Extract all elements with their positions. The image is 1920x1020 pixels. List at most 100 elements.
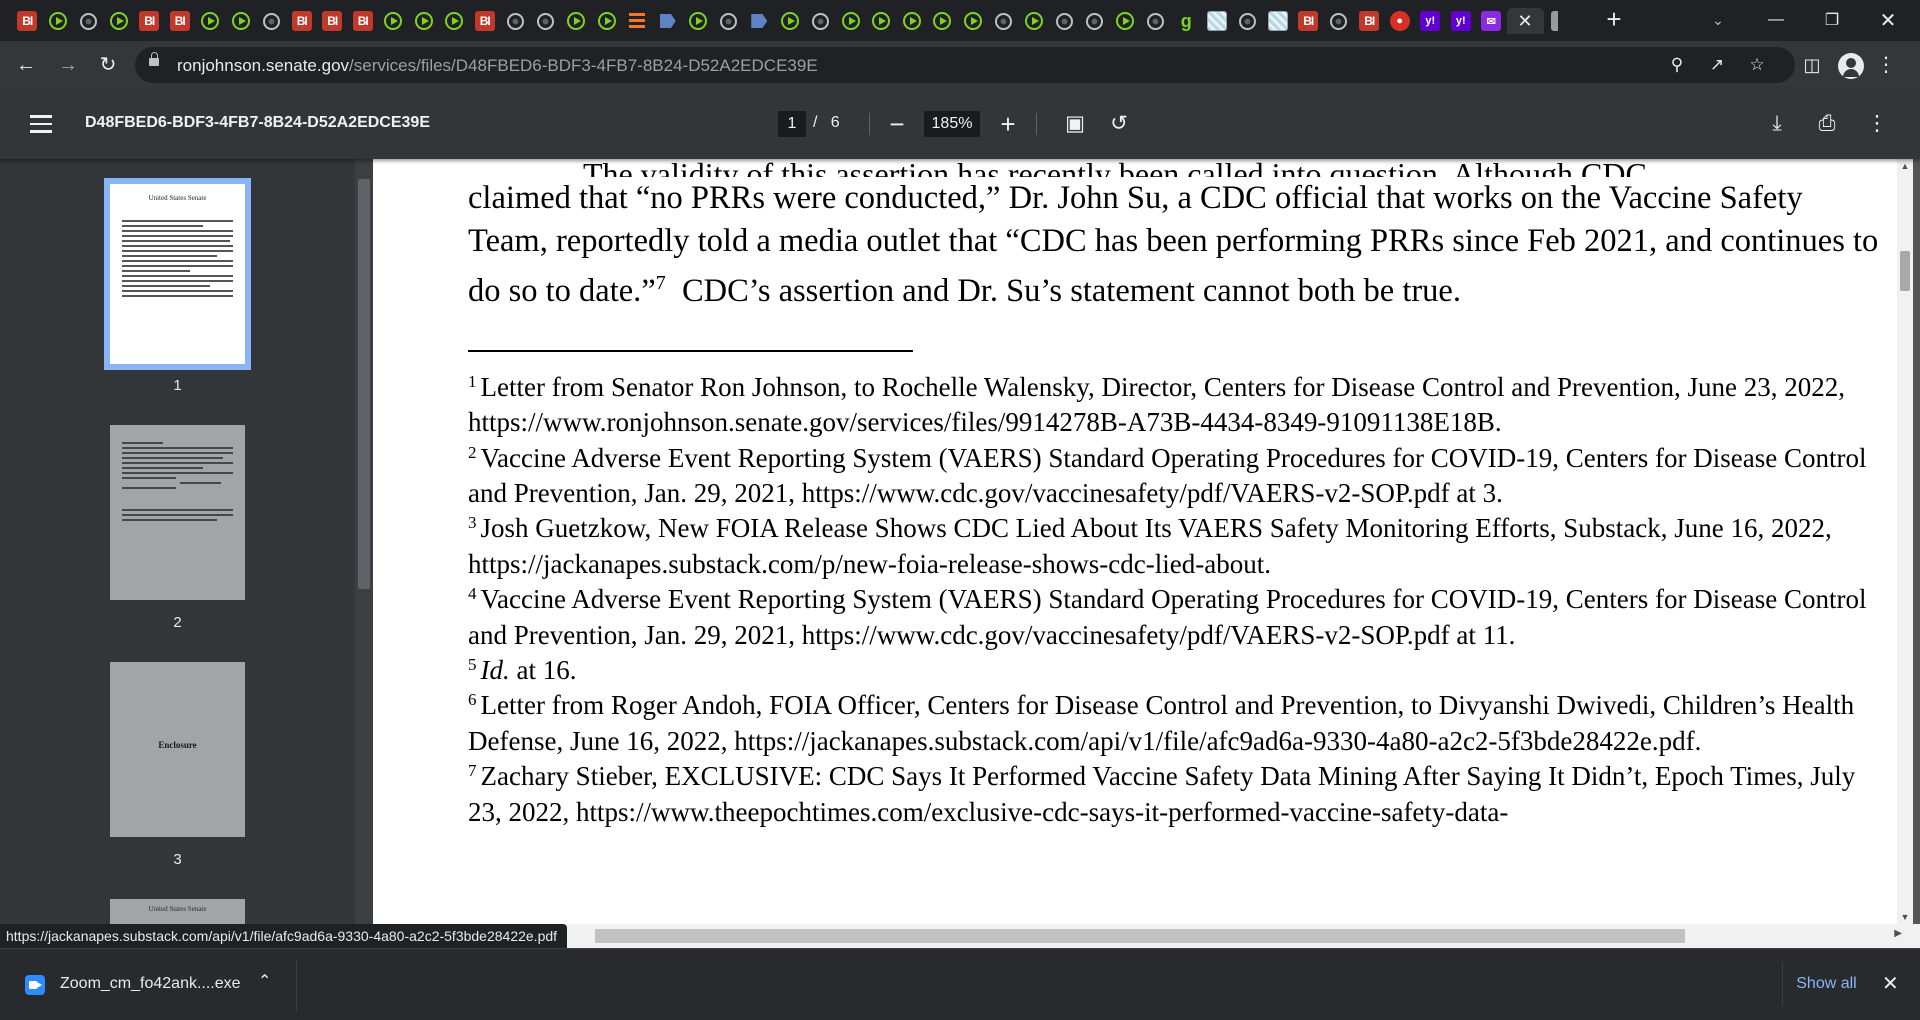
tab[interactable] <box>775 8 806 34</box>
zoom-in-button[interactable]: + <box>993 109 1023 139</box>
tab[interactable]: BI <box>287 8 318 34</box>
restore-button[interactable]: ❐ <box>1804 0 1860 40</box>
tab[interactable]: BI <box>1354 8 1385 34</box>
chrome-menu-icon[interactable]: ⋮ <box>1872 51 1900 79</box>
share-icon[interactable]: ↗ <box>1705 53 1729 77</box>
tab[interactable]: BI <box>165 8 196 34</box>
address-bar[interactable]: ronjohnson.senate.gov/services/files/D48… <box>135 47 1795 83</box>
tab[interactable] <box>988 8 1019 34</box>
tab[interactable] <box>439 8 470 34</box>
side-panel-icon[interactable]: ◫ <box>1798 51 1826 79</box>
page-thumbnail-2[interactable] <box>110 425 245 600</box>
tab[interactable] <box>1324 8 1355 34</box>
tab[interactable] <box>592 8 623 34</box>
more-actions-icon[interactable]: ⋮ <box>1862 109 1892 139</box>
tab[interactable] <box>744 8 775 34</box>
minimize-button[interactable]: — <box>1748 0 1804 40</box>
page-thumbnail-4[interactable]: United States Senate <box>110 899 245 924</box>
tab[interactable] <box>714 8 745 34</box>
footnote-text[interactable]: Vaccine Adverse Event Reporting System (… <box>468 584 1866 649</box>
tab[interactable] <box>1141 8 1172 34</box>
tab[interactable] <box>958 8 989 34</box>
tab[interactable] <box>1544 8 1575 34</box>
tab-search-icon[interactable]: ⌄ <box>1706 8 1730 32</box>
tab[interactable]: y! <box>1446 8 1477 34</box>
print-icon[interactable]: ⎙ <box>1812 109 1842 139</box>
zoom-out-button[interactable]: − <box>882 109 912 139</box>
footnote-text[interactable]: Josh Guetzkow, New FOIA Release Shows CD… <box>468 513 1832 578</box>
footnote-text[interactable]: Letter from Senator Ron Johnson, to Roch… <box>468 372 1845 437</box>
footnote-text[interactable]: Zachary Stieber, EXCLUSIVE: CDC Says It … <box>468 761 1855 826</box>
horizontal-scrollbar[interactable]: ▶ <box>355 924 1920 948</box>
tab[interactable]: BI <box>12 8 43 34</box>
back-button[interactable]: ← <box>12 51 40 79</box>
new-tab-button[interactable]: + <box>1600 6 1628 34</box>
profile-avatar-icon[interactable] <box>1838 53 1864 79</box>
tab[interactable] <box>104 8 135 34</box>
tab[interactable] <box>1110 8 1141 34</box>
tab[interactable] <box>1049 8 1080 34</box>
page-thumbnail-1[interactable]: United States Senate <box>104 178 251 370</box>
download-icon[interactable]: ⤓ <box>1762 109 1792 139</box>
zoom-app-icon[interactable] <box>25 975 45 995</box>
tab[interactable] <box>897 8 928 34</box>
url-text[interactable]: ronjohnson.senate.gov/services/files/D48… <box>177 56 818 76</box>
tab[interactable] <box>500 8 531 34</box>
page-scrollbar[interactable]: ▲ ▼ <box>1897 159 1913 924</box>
tab[interactable]: g <box>1171 8 1202 34</box>
tab[interactable] <box>1019 8 1050 34</box>
footnote-text[interactable]: at 16. <box>510 655 577 685</box>
scroll-right-arrow-icon[interactable]: ▶ <box>1894 928 1902 939</box>
tab[interactable] <box>1263 8 1294 34</box>
tab[interactable] <box>683 8 714 34</box>
tab[interactable]: BI <box>134 8 165 34</box>
tab[interactable] <box>378 8 409 34</box>
close-window-button[interactable]: ✕ <box>1860 0 1916 40</box>
page-number-input[interactable]: 1 <box>778 111 806 137</box>
page-scrollbar-thumb[interactable] <box>1900 251 1910 291</box>
tab[interactable] <box>73 8 104 34</box>
download-file-name[interactable]: Zoom_cm_fo42ank....exe <box>60 975 241 993</box>
tab[interactable] <box>805 8 836 34</box>
sidebar-scrollbar-thumb[interactable] <box>358 179 370 589</box>
tab[interactable] <box>866 8 897 34</box>
footnote-text[interactable]: Letter from Roger Andoh, FOIA Officer, C… <box>468 690 1854 755</box>
page-thumbnail-3[interactable]: Enclosure <box>110 662 245 837</box>
tab[interactable] <box>531 8 562 34</box>
close-tab-icon[interactable]: ✕ <box>1517 12 1532 30</box>
horizontal-scrollbar-thumb[interactable] <box>595 929 1685 943</box>
zoom-magnifier-icon[interactable]: ⚲ <box>1665 53 1689 77</box>
tab[interactable]: BI <box>348 8 379 34</box>
tab[interactable] <box>927 8 958 34</box>
tab[interactable] <box>256 8 287 34</box>
tab[interactable]: ● <box>1385 8 1416 34</box>
sidebar-scrollbar[interactable] <box>355 159 373 924</box>
tab[interactable]: y! <box>1415 8 1446 34</box>
show-all-downloads-button[interactable]: Show all <box>1782 962 1870 1006</box>
forward-button[interactable]: → <box>54 51 82 79</box>
sidebar-menu-icon[interactable] <box>30 115 52 133</box>
tab[interactable] <box>653 8 684 34</box>
tab[interactable] <box>1232 8 1263 34</box>
zoom-level-input[interactable]: 185% <box>924 111 980 137</box>
tab[interactable] <box>1080 8 1111 34</box>
rotate-icon[interactable]: ↺ <box>1104 109 1134 139</box>
fit-to-page-icon[interactable]: ▣ <box>1060 109 1090 139</box>
tab[interactable] <box>226 8 257 34</box>
footnote-text[interactable]: Vaccine Adverse Event Reporting System (… <box>468 443 1866 508</box>
tab[interactable] <box>43 8 74 34</box>
tab-active[interactable]: ✕ <box>1506 8 1544 34</box>
tab[interactable] <box>561 8 592 34</box>
lock-icon[interactable] <box>149 52 159 66</box>
scroll-down-arrow-icon[interactable]: ▼ <box>1900 912 1910 922</box>
tab[interactable] <box>622 8 653 34</box>
tab[interactable]: ✉ <box>1476 8 1507 34</box>
tab[interactable] <box>409 8 440 34</box>
bookmark-star-icon[interactable]: ☆ <box>1745 53 1769 77</box>
tab[interactable]: BI <box>1293 8 1324 34</box>
tab[interactable]: BI <box>470 8 501 34</box>
close-shelf-icon[interactable]: ✕ <box>1882 971 1899 996</box>
tab[interactable]: BI <box>317 8 348 34</box>
tab[interactable] <box>836 8 867 34</box>
download-options-chevron-icon[interactable]: ⌃ <box>258 971 271 991</box>
